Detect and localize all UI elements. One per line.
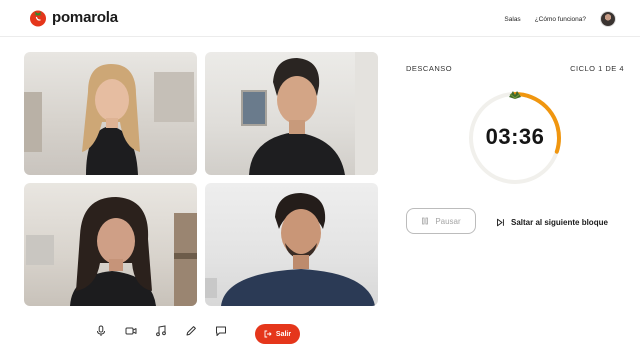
chat-button[interactable] (214, 324, 228, 338)
video-grid (24, 52, 378, 307)
music-button[interactable] (154, 324, 168, 338)
participant-video-tile (205, 52, 378, 175)
exit-label: Salir (275, 330, 292, 338)
call-controls (94, 324, 244, 338)
pause-button[interactable]: Pausar (406, 208, 476, 234)
skip-label: Saltar al siguiente bloque (511, 217, 608, 227)
participant-video-feed (24, 64, 194, 175)
phase-label: DESCANSO (406, 64, 453, 73)
top-bar: pomarola Salas ¿Cómo funciona? (0, 0, 640, 37)
exit-button[interactable]: Salir (255, 324, 300, 344)
participant-video-feed (241, 52, 378, 175)
microphone-button[interactable] (94, 324, 108, 338)
pause-label: Pausar (435, 216, 461, 226)
timer-display: 03:36 (485, 124, 545, 149)
music-note-icon (156, 325, 166, 337)
participant-video-tile (24, 52, 197, 175)
top-nav: Salas ¿Cómo funciona? (504, 11, 616, 27)
user-avatar[interactable] (600, 11, 616, 27)
nav-rooms-link[interactable]: Salas (504, 16, 520, 23)
camera-icon (125, 327, 137, 335)
brand-logo[interactable]: pomarola (28, 7, 118, 27)
cycle-counter: CICLO 1 DE 4 (570, 64, 624, 73)
participant-video-tile (205, 183, 378, 306)
microphone-icon (97, 325, 105, 336)
draw-button[interactable] (184, 324, 198, 338)
participant-video-feed (26, 197, 197, 306)
nav-how-it-works-link[interactable]: ¿Cómo funciona? (535, 16, 586, 23)
pencil-icon (186, 326, 196, 336)
camera-button[interactable] (124, 324, 138, 338)
timer-dial: 03:36 (466, 88, 564, 188)
brand-name: pomarola (52, 8, 118, 26)
pause-icon (422, 217, 429, 225)
participant-video-tile (24, 183, 197, 306)
chat-bubble-icon (216, 326, 226, 336)
skip-next-icon (497, 218, 504, 226)
participant-video-feed (205, 193, 375, 306)
tomato-icon (30, 10, 46, 27)
skip-block-button[interactable]: Saltar al siguiente bloque (496, 214, 608, 230)
exit-icon (264, 330, 272, 338)
